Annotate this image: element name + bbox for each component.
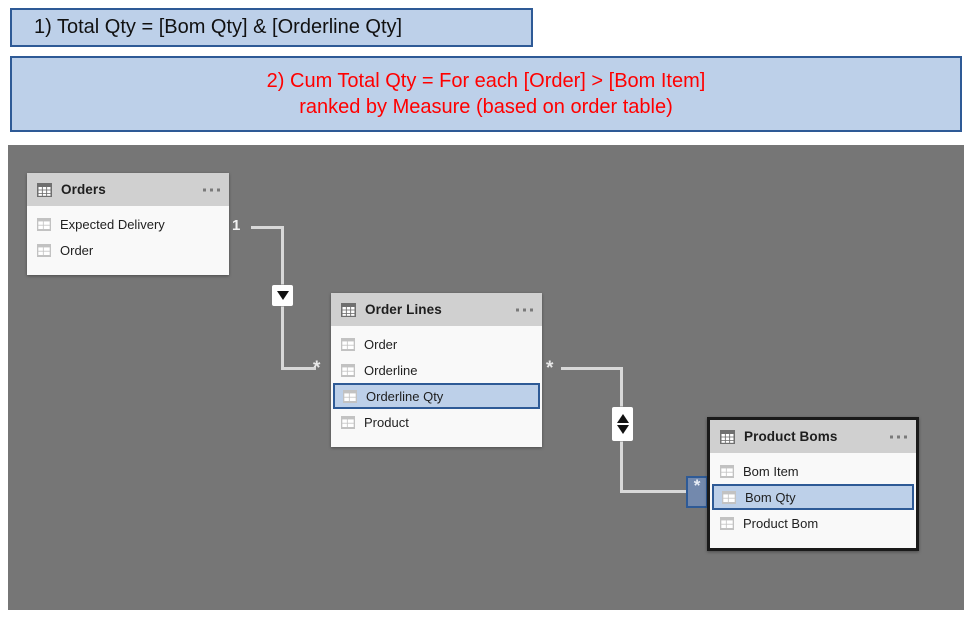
more-options-icon[interactable]	[203, 188, 220, 191]
relationship-orders-orderlines-one-marker: 1	[232, 217, 241, 234]
field-row-highlighted-bom-qty[interactable]: Bom Qty	[712, 484, 914, 510]
table-card-order-lines-title: Order Lines	[365, 302, 442, 317]
field-label: Product	[364, 414, 409, 430]
many-marker-glyph: *	[693, 476, 701, 495]
table-card-order-lines[interactable]: Order Lines Order Orderline Orderline Qt…	[331, 293, 542, 447]
up-triangle-icon	[616, 414, 629, 423]
field-row[interactable]: Orderline	[331, 357, 542, 383]
field-table-icon	[341, 415, 355, 429]
field-label: Order	[364, 336, 398, 352]
table-icon	[720, 429, 735, 444]
more-options-icon[interactable]	[516, 308, 533, 311]
table-card-product-boms-header[interactable]: Product Boms	[710, 420, 916, 453]
relationship-orders-orderlines-many-marker: *	[313, 358, 321, 379]
model-diagram-canvas[interactable]: 1 * * * Orders Expected Delivery Order O…	[8, 145, 964, 610]
relationship-orders-orderlines-crossfilter-icon[interactable]	[272, 285, 293, 306]
relationship-orders-orderlines-segment-top[interactable]	[251, 226, 284, 229]
field-row[interactable]: Order	[27, 237, 229, 263]
field-table-icon	[37, 243, 51, 257]
table-card-product-boms-fields: Bom Item Bom Qty Product Bom	[710, 453, 916, 548]
field-table-icon	[343, 389, 357, 403]
field-table-icon	[720, 516, 734, 530]
field-label: Expected Delivery	[60, 216, 165, 232]
relationship-orderlines-productboms-many-marker-left: *	[546, 358, 554, 379]
field-table-icon	[722, 490, 736, 504]
note-banner-total-qty-text: 1) Total Qty = [Bom Qty] & [Orderline Qt…	[34, 16, 403, 39]
down-triangle-icon	[616, 425, 629, 434]
field-row[interactable]: Product Bom	[710, 510, 916, 536]
note-banner-cum-total-qty: 2) Cum Total Qty = For each [Order] > [B…	[10, 56, 962, 132]
field-row[interactable]: Expected Delivery	[27, 211, 229, 237]
field-row-highlighted-orderline-qty[interactable]: Orderline Qty	[333, 383, 540, 409]
note-banner-cum-total-qty-line1: 2) Cum Total Qty = For each [Order] > [B…	[266, 69, 706, 92]
field-label: Bom Qty	[745, 489, 796, 505]
relationship-orderlines-productboms-crossfilter-icon[interactable]	[612, 407, 633, 441]
table-icon	[37, 182, 52, 197]
table-icon	[341, 302, 356, 317]
relationship-orderlines-productboms-many-marker-right[interactable]: *	[686, 476, 708, 508]
table-card-orders-title: Orders	[61, 182, 106, 197]
field-label: Product Bom	[743, 515, 819, 531]
field-label: Orderline Qty	[366, 388, 444, 404]
field-label: Orderline	[364, 362, 418, 378]
field-row[interactable]: Product	[331, 409, 542, 435]
more-options-icon[interactable]	[890, 435, 907, 438]
table-card-order-lines-header[interactable]: Order Lines	[331, 293, 542, 326]
table-card-orders-fields: Expected Delivery Order	[27, 206, 229, 275]
note-banner-cum-total-qty-line2: ranked by Measure (based on order table)	[299, 96, 673, 118]
table-card-order-lines-fields: Order Orderline Orderline Qty Product	[331, 326, 542, 447]
relationship-orders-orderlines-segment-bottom[interactable]	[281, 367, 316, 370]
field-label: Bom Item	[743, 463, 799, 479]
table-card-product-boms[interactable]: Product Boms Bom Item Bom Qty Product Bo…	[707, 417, 919, 551]
field-table-icon	[341, 337, 355, 351]
field-table-icon	[37, 217, 51, 231]
down-triangle-icon	[276, 291, 289, 300]
field-row[interactable]: Order	[331, 331, 542, 357]
note-banner-total-qty: 1) Total Qty = [Bom Qty] & [Orderline Qt…	[10, 8, 533, 47]
table-card-orders-header[interactable]: Orders	[27, 173, 229, 206]
field-table-icon	[720, 464, 734, 478]
relationship-orderlines-productboms-segment-top[interactable]	[561, 367, 623, 370]
field-label: Order	[60, 242, 94, 258]
table-card-orders[interactable]: Orders Expected Delivery Order	[27, 173, 229, 275]
field-row[interactable]: Bom Item	[710, 458, 916, 484]
table-card-product-boms-title: Product Boms	[744, 429, 838, 444]
field-table-icon	[341, 363, 355, 377]
